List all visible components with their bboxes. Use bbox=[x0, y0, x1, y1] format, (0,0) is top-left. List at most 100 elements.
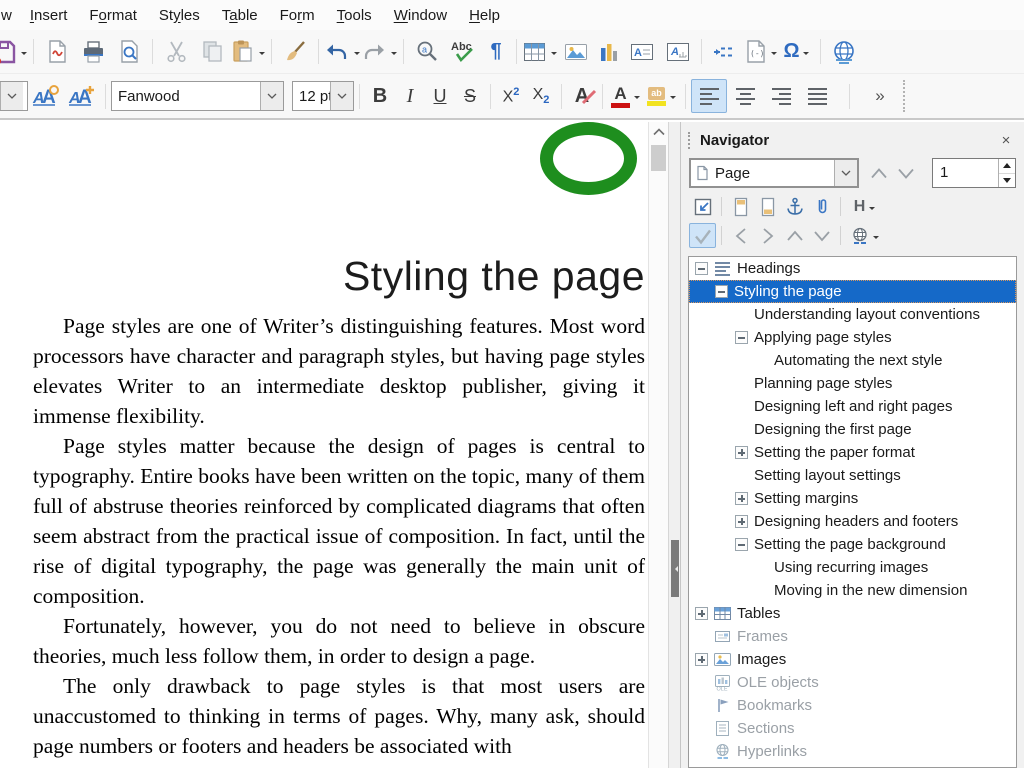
insert-page-break-button[interactable] bbox=[707, 35, 743, 69]
tree-item-designing-left-and-right-pages[interactable]: Designing left and right pages bbox=[689, 395, 1016, 418]
panel-grip[interactable] bbox=[688, 132, 693, 149]
new-style-button[interactable]: AA bbox=[64, 79, 100, 113]
align-right-button[interactable] bbox=[763, 79, 799, 113]
redo-button[interactable] bbox=[361, 35, 398, 69]
tree-item-hyperlinks[interactable]: Hyperlinks bbox=[689, 740, 1016, 763]
tree-item-setting-layout-settings[interactable]: Setting layout settings bbox=[689, 464, 1016, 487]
redo-dropdown[interactable] bbox=[389, 47, 398, 56]
update-style-button[interactable]: AA bbox=[28, 79, 64, 113]
demote-button[interactable] bbox=[808, 223, 835, 248]
show-draw-functions-button[interactable]: A bbox=[660, 35, 696, 69]
drag-mode-dropdown[interactable] bbox=[872, 231, 881, 240]
italic-button[interactable]: I bbox=[395, 79, 425, 113]
font-name-dropdown[interactable] bbox=[260, 82, 283, 110]
footer-button[interactable] bbox=[754, 194, 781, 219]
tree-item-setting-the-paper-format[interactable]: Setting the paper format bbox=[689, 441, 1016, 464]
menu-item-window[interactable]: Window bbox=[383, 3, 458, 28]
expand-icon[interactable] bbox=[735, 492, 748, 505]
content-navigation-toggle[interactable] bbox=[689, 223, 716, 248]
document-scrollbar[interactable] bbox=[648, 122, 668, 768]
navigate-by-combo[interactable]: Page bbox=[689, 158, 859, 188]
expand-icon[interactable] bbox=[695, 607, 708, 620]
insert-table-button[interactable] bbox=[522, 35, 558, 69]
menu-item-view-partial[interactable]: w bbox=[0, 3, 19, 28]
special-character-dropdown[interactable] bbox=[802, 47, 811, 56]
previous-page-button[interactable] bbox=[865, 160, 892, 186]
formatting-marks-button[interactable]: ¶ bbox=[481, 35, 511, 69]
font-size-combo[interactable]: 12 pt bbox=[292, 81, 354, 111]
tree-item-ole-objects[interactable]: OLEOLE objects bbox=[689, 671, 1016, 694]
cut-button[interactable] bbox=[158, 35, 194, 69]
sidebar-splitter[interactable] bbox=[668, 122, 681, 768]
align-center-button[interactable] bbox=[727, 79, 763, 113]
tree-item-designing-headers-and-footers[interactable]: Designing headers and footers bbox=[689, 510, 1016, 533]
font-color-dropdown[interactable] bbox=[632, 92, 641, 101]
collapse-icon[interactable] bbox=[695, 262, 708, 275]
toolbar-drag-handle[interactable] bbox=[903, 80, 907, 112]
tree-item-automating-the-next-style[interactable]: Automating the next style bbox=[689, 349, 1016, 372]
next-page-button[interactable] bbox=[892, 160, 919, 186]
tree-item-moving-in-the-new-dimension[interactable]: Moving in the new dimension bbox=[689, 579, 1016, 602]
font-size-dropdown[interactable] bbox=[330, 82, 353, 110]
forward-button[interactable] bbox=[754, 223, 781, 248]
tree-item-planning-page-styles[interactable]: Planning page styles bbox=[689, 372, 1016, 395]
drag-mode-button[interactable] bbox=[846, 223, 884, 248]
menu-item-format[interactable]: Format bbox=[78, 3, 148, 28]
insert-image-button[interactable] bbox=[558, 35, 594, 69]
export-pdf-button[interactable] bbox=[39, 35, 75, 69]
menu-item-insert[interactable]: Insert bbox=[19, 3, 79, 28]
save-dropdown[interactable] bbox=[19, 47, 28, 56]
paste-dropdown[interactable] bbox=[257, 47, 266, 56]
tree-item-images[interactable]: Images bbox=[689, 648, 1016, 671]
font-name-combo[interactable]: Fanwood bbox=[111, 81, 284, 111]
heading-levels-dropdown[interactable] bbox=[867, 202, 876, 211]
font-color-button[interactable]: A bbox=[608, 79, 644, 113]
tree-item-headings[interactable]: Headings bbox=[689, 257, 1016, 280]
save-button[interactable] bbox=[0, 35, 28, 69]
print-button[interactable] bbox=[75, 35, 111, 69]
anchor-text-button[interactable] bbox=[781, 194, 808, 219]
insert-table-dropdown[interactable] bbox=[549, 47, 558, 56]
promote-button[interactable] bbox=[781, 223, 808, 248]
clear-formatting-button[interactable]: A bbox=[567, 79, 597, 113]
tree-item-sections[interactable]: Sections bbox=[689, 717, 1016, 740]
menu-item-styles[interactable]: Styles bbox=[148, 3, 211, 28]
tree-item-applying-page-styles[interactable]: Applying page styles bbox=[689, 326, 1016, 349]
tree-item-setting-margins[interactable]: Setting margins bbox=[689, 487, 1016, 510]
menu-item-tools[interactable]: Tools bbox=[326, 3, 383, 28]
page-number-spinner[interactable]: 1 bbox=[932, 158, 1016, 188]
document-canvas[interactable]: Styling the page Page styles are one of … bbox=[0, 122, 648, 768]
expand-icon[interactable] bbox=[735, 515, 748, 528]
justify-button[interactable] bbox=[799, 79, 835, 113]
undo-dropdown[interactable] bbox=[352, 47, 361, 56]
clone-formatting-button[interactable] bbox=[277, 35, 313, 69]
collapse-icon[interactable] bbox=[735, 331, 748, 344]
strikethrough-button[interactable]: S bbox=[455, 79, 485, 113]
heading-levels-button[interactable]: H bbox=[846, 194, 884, 219]
tree-item-using-recurring-images[interactable]: Using recurring images bbox=[689, 556, 1016, 579]
paste-button[interactable] bbox=[230, 35, 266, 69]
set-reminder-button[interactable] bbox=[808, 194, 835, 219]
collapse-icon[interactable] bbox=[715, 285, 728, 298]
header-button[interactable] bbox=[727, 194, 754, 219]
tree-item-styling-the-page[interactable]: Styling the page bbox=[689, 280, 1016, 303]
insert-field-dropdown[interactable] bbox=[770, 47, 779, 56]
copy-button[interactable] bbox=[194, 35, 230, 69]
highlight-color-button[interactable]: ab bbox=[644, 79, 680, 113]
tree-item-designing-the-first-page[interactable]: Designing the first page bbox=[689, 418, 1016, 441]
menu-item-table[interactable]: Table bbox=[211, 3, 269, 28]
menu-item-help[interactable]: Help bbox=[458, 3, 511, 28]
spin-up-button[interactable] bbox=[999, 159, 1015, 174]
print-preview-button[interactable] bbox=[111, 35, 147, 69]
collapse-icon[interactable] bbox=[735, 538, 748, 551]
tree-item-understanding-layout-conventions[interactable]: Understanding layout conventions bbox=[689, 303, 1016, 326]
tree-item-frames[interactable]: Frames bbox=[689, 625, 1016, 648]
paragraph-style-dropdown[interactable] bbox=[0, 82, 23, 110]
navigate-by-dropdown[interactable] bbox=[834, 160, 857, 186]
bold-button[interactable]: B bbox=[365, 79, 395, 113]
tree-item-setting-the-page-background[interactable]: Setting the page background bbox=[689, 533, 1016, 556]
sidebar-hide-handle[interactable] bbox=[671, 540, 679, 597]
find-replace-button[interactable]: a bbox=[409, 35, 445, 69]
back-button[interactable] bbox=[727, 223, 754, 248]
tree-item-bookmarks[interactable]: Bookmarks bbox=[689, 694, 1016, 717]
